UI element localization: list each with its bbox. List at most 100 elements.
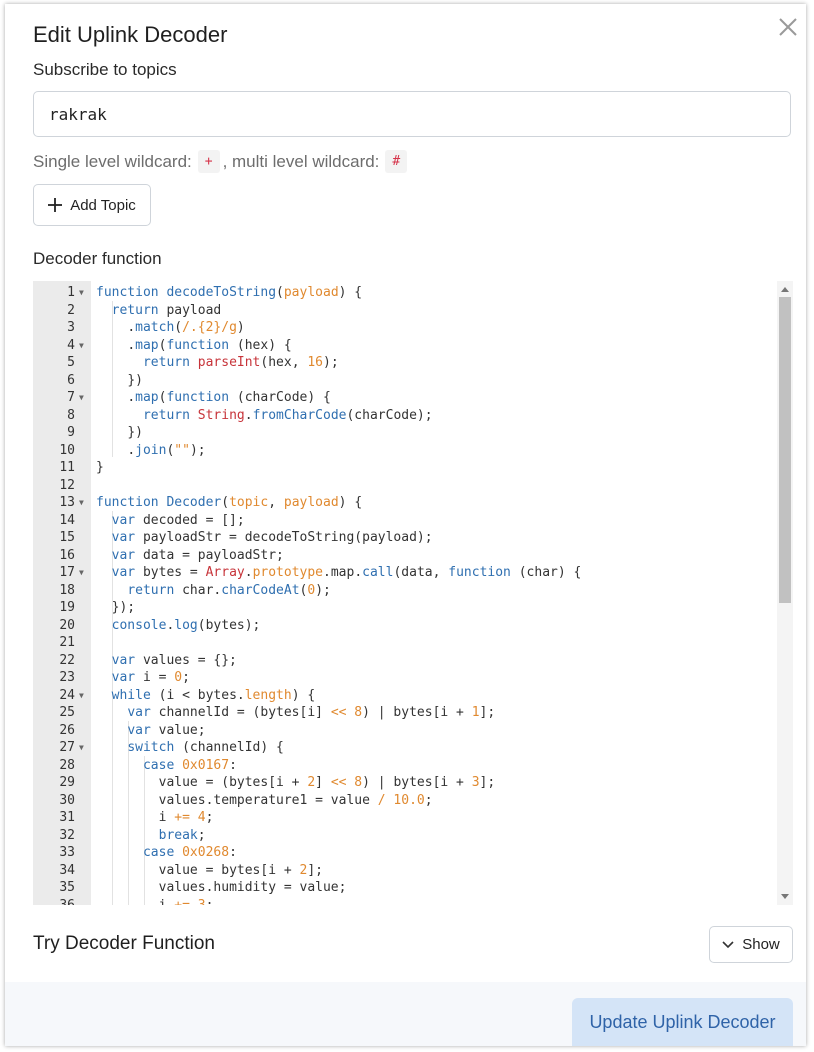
fold-arrow-icon[interactable]: ▼ — [79, 564, 89, 582]
code-token: ) | bytes[i + — [362, 775, 472, 790]
line-number: 9 — [67, 425, 75, 440]
code-line: 21 — [33, 634, 777, 652]
scroll-up-icon[interactable] — [781, 287, 789, 292]
code-token: (data, — [393, 565, 449, 580]
code-token: join — [135, 442, 167, 458]
single-wildcard-symbol: + — [197, 150, 220, 173]
code-token: (hex, — [260, 355, 308, 370]
code-token: (charCode); — [346, 407, 433, 423]
code-token: break — [158, 827, 198, 843]
code-token: charCodeAt — [221, 582, 300, 598]
code-token: 3 — [189, 897, 206, 906]
scroll-down-icon[interactable] — [781, 894, 789, 899]
code-line: 18 return char.charCodeAt(0); — [33, 582, 777, 600]
update-uplink-decoder-button[interactable]: Update Uplink Decoder — [572, 998, 793, 1046]
code-line: 20 console.log(bytes); — [33, 617, 777, 635]
code-line: 4 ▼ .map(function (hex) { — [33, 337, 777, 355]
code-token: match — [135, 320, 175, 335]
show-button[interactable]: Show — [709, 926, 793, 963]
code-line: 6 }) — [33, 372, 777, 390]
code-token: ) { — [338, 495, 363, 510]
code-token: payload — [166, 302, 222, 318]
plus-icon — [48, 194, 63, 216]
line-number: 20 — [59, 617, 75, 633]
topic-input[interactable] — [33, 91, 791, 137]
code-text: var decoded = []; — [96, 512, 245, 530]
code-token: call — [362, 565, 394, 580]
code-token: ); — [189, 442, 206, 458]
code-token: ); — [315, 582, 331, 598]
code-text: switch (channelId) { — [96, 739, 284, 757]
code-line: 2 return payload — [33, 302, 777, 320]
code-text: return char.charCodeAt(0); — [96, 582, 331, 600]
code-text: case 0x0268: — [96, 844, 237, 862]
code-line: 27 ▼ switch (channelId) { — [33, 739, 777, 757]
code-token: (bytes); — [197, 617, 261, 633]
code-text: var i = 0; — [96, 669, 190, 687]
code-text: function decodeToString(payload) { — [96, 284, 362, 302]
code-text: i += 3; — [96, 897, 214, 906]
code-token: : — [229, 845, 237, 860]
fold-arrow-icon[interactable]: ▼ — [79, 284, 89, 302]
code-token: 0x0268 — [182, 845, 230, 860]
fold-arrow-icon[interactable]: ▼ — [79, 494, 89, 512]
line-number: 13 — [59, 495, 75, 510]
fold-arrow-icon[interactable]: ▼ — [79, 389, 89, 407]
code-token: ]; — [479, 705, 496, 720]
code-token: map — [135, 337, 159, 353]
fold-arrow-icon[interactable]: ▼ — [79, 687, 89, 705]
code-token: function — [448, 565, 519, 580]
code-token: Array — [205, 565, 245, 580]
line-number: 19 — [59, 600, 75, 615]
line-number: 32 — [59, 827, 75, 843]
code-token: (channelId) { — [182, 740, 284, 755]
code-text: .match(/.{2}/g) — [96, 319, 245, 337]
code-token: . — [127, 320, 136, 335]
code-editor[interactable]: 1 ▼ function decodeToString(payload) {2 re… — [33, 281, 793, 905]
scrollbar-thumb[interactable] — [779, 297, 791, 603]
code-token: 8 — [346, 705, 363, 720]
line-number: 23 — [59, 670, 75, 685]
code-token: ] — [315, 775, 331, 790]
line-number: 6 — [67, 372, 75, 388]
code-token: 10.0 — [385, 792, 425, 808]
code-line: 19 }); — [33, 599, 777, 617]
code-token: } — [96, 460, 104, 475]
code-line: 5 return parseInt(hex, 16); — [33, 354, 777, 372]
code-line: 8 return String.fromCharCode(charCode); — [33, 407, 777, 425]
code-line: 7 ▼ .map(function (charCode) { — [33, 389, 777, 407]
add-topic-button[interactable]: Add Topic — [33, 184, 151, 226]
code-token: ) — [236, 320, 245, 335]
fold-arrow-icon[interactable]: ▼ — [79, 739, 89, 757]
code-text: return String.fromCharCode(charCode); — [96, 407, 433, 425]
code-token: "" — [174, 442, 190, 458]
line-number: 28 — [59, 757, 75, 773]
close-icon[interactable] — [777, 16, 799, 38]
wildcard-hint: Single level wildcard: + , multi level w… — [33, 150, 410, 173]
code-text: var data = payloadStr; — [96, 547, 284, 565]
code-line: 1 ▼ function decodeToString(payload) { — [33, 284, 777, 302]
code-token: 3 — [471, 775, 480, 790]
code-token: ; — [182, 670, 190, 685]
editor-scrollbar[interactable] — [777, 281, 793, 905]
code-text: var values = {}; — [96, 652, 237, 670]
code-token: }) — [127, 425, 143, 440]
add-topic-label: Add Topic — [70, 196, 136, 214]
code-text: break; — [96, 827, 206, 845]
code-token: function — [166, 390, 237, 405]
code-token: i = — [142, 670, 175, 685]
code-token: : — [229, 757, 237, 773]
code-token: switch — [127, 740, 183, 755]
code-token: ; — [197, 827, 206, 843]
code-token: return — [111, 302, 167, 318]
code-token: return — [142, 407, 198, 423]
code-token: var — [111, 670, 143, 685]
code-token: ( — [276, 285, 284, 300]
fold-arrow-icon[interactable]: ▼ — [79, 337, 89, 355]
line-number: 29 — [59, 775, 75, 790]
code-token: value; — [158, 722, 206, 738]
code-token: ; — [205, 897, 214, 906]
line-number: 34 — [59, 862, 75, 878]
code-token: << — [330, 705, 347, 720]
code-token: var — [127, 722, 159, 738]
